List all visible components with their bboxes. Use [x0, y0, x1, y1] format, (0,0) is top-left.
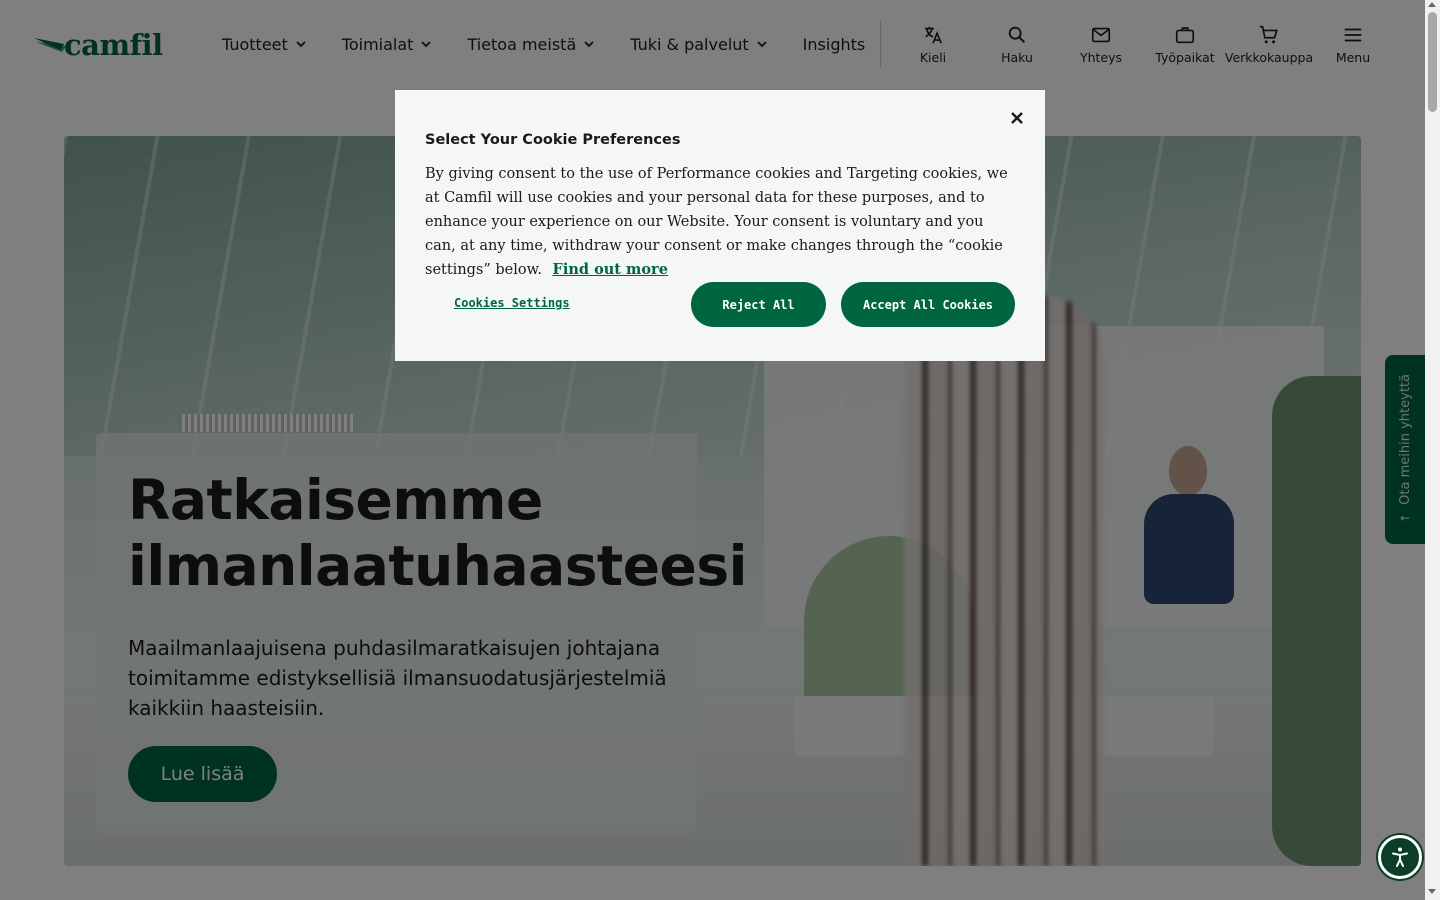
close-button[interactable] — [1002, 103, 1032, 133]
scrollbar-thumb[interactable] — [1428, 12, 1437, 112]
dialog-body: By giving consent to the use of Performa… — [425, 162, 1017, 282]
cookie-preferences-dialog: Select Your Cookie Preferences By giving… — [395, 90, 1045, 361]
cookies-settings-button[interactable]: Cookies Settings — [454, 296, 570, 310]
dialog-title: Select Your Cookie Preferences — [425, 132, 681, 148]
page-scrollbar[interactable] — [1425, 0, 1440, 900]
scroll-up-icon[interactable] — [1428, 2, 1436, 7]
accept-all-cookies-button[interactable]: Accept All Cookies — [841, 282, 1015, 327]
find-out-more-link[interactable]: Find out more — [553, 261, 668, 278]
accessibility-icon — [1392, 847, 1408, 867]
dialog-body-text: By giving consent to the use of Performa… — [425, 166, 1008, 278]
close-icon — [1011, 112, 1023, 124]
reject-all-button[interactable]: Reject All — [691, 282, 826, 327]
scroll-down-icon[interactable] — [1428, 889, 1436, 894]
accessibility-button[interactable] — [1378, 835, 1422, 879]
